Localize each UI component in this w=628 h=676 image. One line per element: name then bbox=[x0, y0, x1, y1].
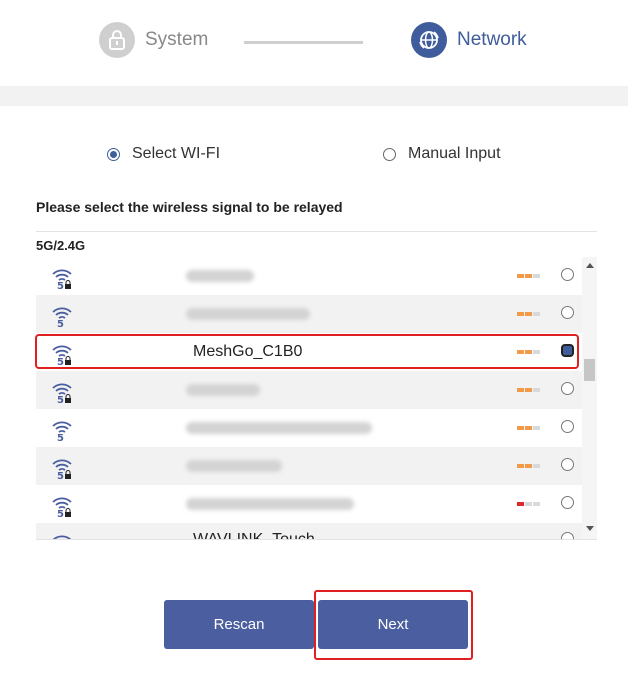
list-scrollbar[interactable] bbox=[582, 257, 597, 539]
signal-strength bbox=[517, 312, 540, 316]
network-radio[interactable] bbox=[561, 382, 574, 395]
network-radio[interactable] bbox=[561, 268, 574, 281]
network-row[interactable]: 5 bbox=[36, 257, 582, 295]
manual-input-radio[interactable] bbox=[383, 147, 396, 161]
step-connector bbox=[244, 41, 363, 44]
divider bbox=[36, 231, 597, 232]
lock-icon bbox=[99, 22, 135, 58]
select-wifi-label: Select WI-FI bbox=[132, 145, 221, 162]
wifi-icon bbox=[52, 535, 72, 539]
wifi-5g-icon: 5 bbox=[52, 383, 72, 403]
svg-text:5: 5 bbox=[57, 319, 64, 327]
instruction-text: Please select the wireless signal to be … bbox=[36, 199, 343, 215]
select-wifi-radio[interactable] bbox=[107, 147, 120, 161]
svg-text:5: 5 bbox=[57, 471, 64, 479]
svg-text:5: 5 bbox=[57, 281, 64, 289]
wifi-5g-icon: 5 bbox=[52, 307, 72, 327]
network-row[interactable]: 5 bbox=[36, 371, 582, 409]
manual-input-label: Manual Input bbox=[408, 145, 501, 162]
signal-strength bbox=[517, 502, 540, 506]
blurred-ssid bbox=[186, 460, 282, 472]
wifi-5g-icon: 5 bbox=[52, 459, 72, 479]
globe-icon bbox=[411, 22, 447, 58]
network-row[interactable]: 5 bbox=[36, 409, 582, 447]
manual-input-option[interactable]: Manual Input bbox=[383, 145, 501, 163]
svg-text:5: 5 bbox=[57, 395, 64, 403]
step-system: System bbox=[99, 22, 208, 58]
blurred-ssid bbox=[186, 384, 260, 396]
network-radio[interactable] bbox=[561, 532, 574, 539]
wifi-5g-icon: 5 bbox=[52, 345, 72, 365]
next-button[interactable]: Next bbox=[318, 600, 468, 649]
network-radio[interactable] bbox=[561, 306, 574, 319]
signal-strength bbox=[517, 388, 540, 392]
wifi-5g-icon: 5 bbox=[52, 269, 72, 289]
blurred-ssid bbox=[186, 270, 254, 282]
scroll-thumb[interactable] bbox=[584, 359, 595, 381]
network-row[interactable]: 5 bbox=[36, 447, 582, 485]
band-label: 5G/2.4G bbox=[36, 238, 86, 253]
step-network-label: Network bbox=[457, 29, 527, 50]
network-row[interactable]: 5 bbox=[36, 485, 582, 523]
svg-text:5: 5 bbox=[57, 357, 64, 365]
network-radio[interactable] bbox=[561, 420, 574, 433]
network-radio[interactable] bbox=[561, 496, 574, 509]
blurred-ssid bbox=[186, 498, 354, 510]
signal-strength bbox=[517, 464, 540, 468]
select-wifi-option[interactable]: Select WI-FI bbox=[107, 145, 220, 163]
setup-stepper: System Network bbox=[0, 0, 628, 86]
network-row-selected[interactable]: 5 MeshGo_C1B0 bbox=[36, 333, 582, 371]
svg-text:5: 5 bbox=[57, 509, 64, 517]
blurred-ssid bbox=[186, 422, 372, 434]
rescan-button[interactable]: Rescan bbox=[164, 600, 314, 649]
network-row[interactable]: 5 bbox=[36, 295, 582, 333]
network-radio[interactable] bbox=[561, 344, 574, 357]
wifi-5g-icon: 5 bbox=[52, 421, 72, 441]
network-ssid: WAVLINK_Touch bbox=[193, 531, 315, 540]
signal-strength bbox=[517, 350, 540, 354]
svg-text:5: 5 bbox=[57, 433, 64, 441]
section-separator bbox=[0, 86, 628, 106]
network-radio[interactable] bbox=[561, 458, 574, 471]
wifi-5g-icon: 5 bbox=[52, 497, 72, 517]
signal-strength bbox=[517, 426, 540, 430]
step-network: Network bbox=[411, 22, 527, 58]
blurred-ssid bbox=[186, 308, 310, 320]
step-system-label: System bbox=[145, 29, 209, 50]
scroll-down-arrow-icon[interactable] bbox=[586, 526, 594, 531]
network-row[interactable]: WAVLINK_Touch bbox=[36, 523, 582, 540]
network-list[interactable]: 5 5 5 MeshGo_C1B0 5 5 5 5 WAVLINK_Touch bbox=[36, 257, 597, 540]
network-ssid: MeshGo_C1B0 bbox=[193, 343, 303, 360]
scroll-up-arrow-icon[interactable] bbox=[586, 263, 594, 268]
signal-strength bbox=[517, 274, 540, 278]
